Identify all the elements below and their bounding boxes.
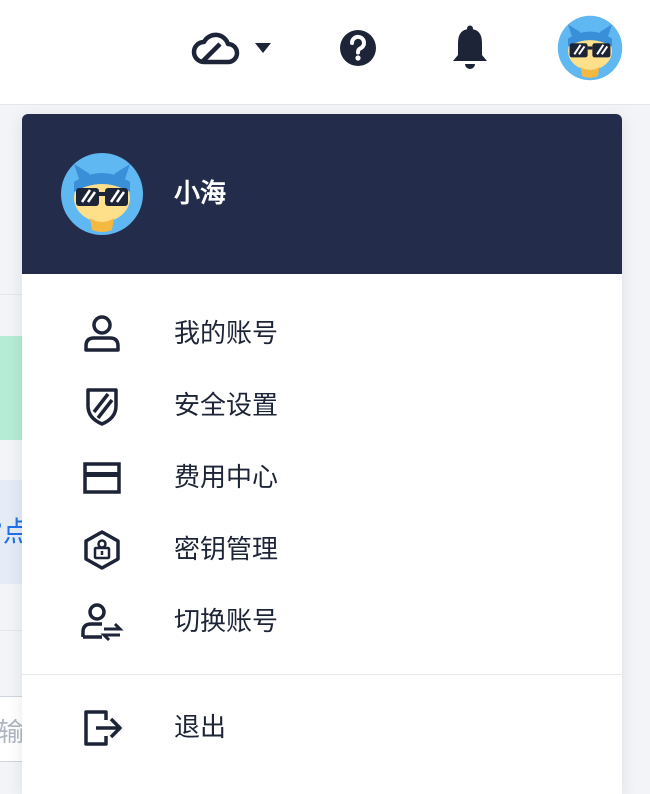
menu-item-label: 退出 (174, 713, 227, 743)
menu-item-label: 我的账号 (174, 319, 279, 349)
user-menu-header: 小海 (22, 114, 622, 274)
menu-item-switch-account[interactable]: 切换账号 (22, 586, 622, 658)
menu-item-label: 密钥管理 (174, 535, 279, 565)
switch-user-icon (80, 602, 124, 642)
notifications-button[interactable] (446, 22, 494, 74)
user-icon (80, 314, 124, 354)
avatar[interactable] (556, 14, 624, 82)
menu-item-logout[interactable]: 退出 (22, 692, 622, 764)
card-icon (80, 458, 124, 498)
cloud-icon (190, 28, 242, 68)
avatar-image (557, 15, 623, 81)
key-icon (80, 530, 124, 570)
menu-item-label: 切换账号 (174, 607, 279, 637)
menu-item-my-account[interactable]: 我的账号 (22, 298, 622, 370)
menu-item-billing-center[interactable]: 费用中心 (22, 442, 622, 514)
caret-down-icon (254, 42, 272, 54)
menu-item-label: 费用中心 (174, 463, 279, 493)
background-banner (0, 336, 22, 440)
user-avatar (60, 152, 144, 236)
background-divider (0, 630, 22, 631)
menu-item-label: 安全设置 (174, 391, 279, 421)
menu-divider (22, 674, 622, 675)
help-button[interactable] (336, 24, 380, 72)
user-dropdown-menu: 小海 我的账号 安全设置 费用中心 密钥管理 切换账号 退出 (22, 114, 622, 794)
bell-icon (450, 25, 490, 71)
menu-item-security-settings[interactable]: 安全设置 (22, 370, 622, 442)
top-bar (0, 0, 650, 105)
shield-icon (80, 386, 124, 426)
logout-icon (80, 708, 124, 748)
cloud-menu-button[interactable] (186, 24, 276, 72)
background-divider (0, 294, 22, 295)
help-icon (338, 28, 378, 68)
username: 小海 (174, 179, 227, 209)
menu-item-key-management[interactable]: 密钥管理 (22, 514, 622, 586)
